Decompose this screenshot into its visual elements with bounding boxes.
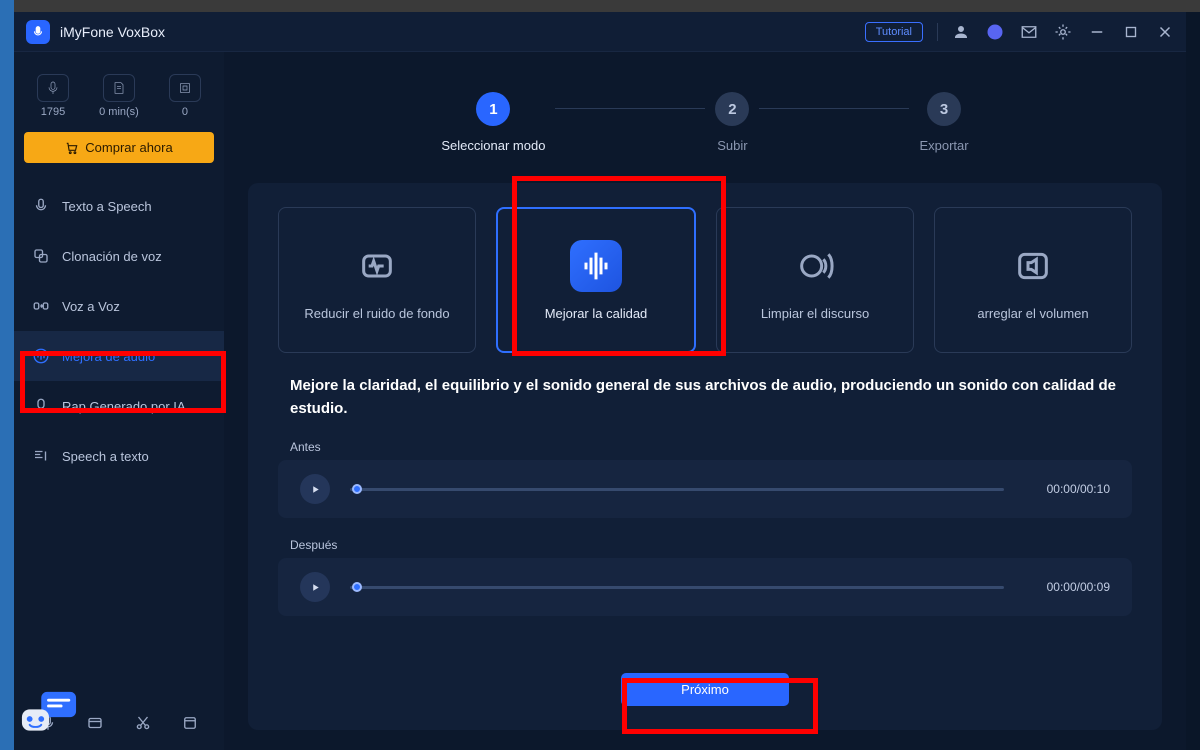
nav-speech-to-text[interactable]: Speech a texto (14, 431, 224, 481)
content-card: Reducir el ruido de fondo Mejorar la cal… (248, 183, 1162, 730)
mode-fix-volume[interactable]: arreglar el volumen (934, 207, 1132, 353)
nav-audio-enhance[interactable]: Mejora de audio (14, 331, 224, 381)
media-icon[interactable] (86, 714, 104, 732)
minimize-icon[interactable] (1088, 23, 1106, 41)
app-logo (26, 20, 50, 44)
discord-icon[interactable] (986, 23, 1004, 41)
stat-characters: 1795 (37, 74, 69, 118)
player-after: 00:00/00:09 (278, 558, 1132, 616)
step-1: 1 Seleccionar modo (441, 92, 545, 153)
stepper: 1 Seleccionar modo 2 Subir 3 Exportar (224, 52, 1186, 183)
next-button[interactable]: Próximo (621, 673, 789, 706)
main-panel: 1 Seleccionar modo 2 Subir 3 Exportar (224, 52, 1186, 750)
user-icon[interactable] (952, 23, 970, 41)
stat-exports: 0 (169, 74, 201, 118)
track-before[interactable] (350, 488, 1004, 491)
tutorial-button[interactable]: Tutorial (865, 22, 923, 42)
v2v-icon (32, 297, 50, 315)
player-before: 00:00/00:10 (278, 460, 1132, 518)
tts-icon (32, 197, 50, 215)
mode-improve-quality[interactable]: Mejorar la calidad (496, 207, 696, 353)
time-before: 00:00/00:10 (1024, 482, 1110, 496)
nav-voice-to-voice[interactable]: Voz a Voz (14, 281, 224, 331)
step-3: 3 Exportar (919, 92, 968, 153)
maximize-icon[interactable] (1122, 23, 1140, 41)
mode-description: Mejore la claridad, el equilibrio y el s… (290, 375, 1120, 420)
mail-icon[interactable] (1020, 23, 1038, 41)
folder-icon[interactable] (181, 714, 199, 732)
after-label: Después (290, 538, 1120, 552)
nav-voice-clone[interactable]: Clonación de voz (14, 231, 224, 281)
play-after-button[interactable] (300, 572, 330, 602)
cut-icon[interactable] (134, 714, 152, 732)
enhance-icon (32, 347, 50, 365)
mic-icon (37, 74, 69, 102)
time-after: 00:00/00:09 (1024, 580, 1110, 594)
buy-now-button[interactable]: Comprar ahora (24, 132, 214, 163)
quality-icon (570, 240, 622, 292)
stat-minutes: 0 min(s) (99, 74, 139, 118)
play-before-button[interactable] (300, 474, 330, 504)
before-label: Antes (290, 440, 1120, 454)
volume-icon (1007, 240, 1059, 292)
stt-icon (32, 447, 50, 465)
speech-icon (789, 240, 841, 292)
nav-text-to-speech[interactable]: Texto a Speech (14, 181, 224, 231)
settings-icon[interactable] (1054, 23, 1072, 41)
rap-icon (32, 397, 50, 415)
noise-icon (351, 240, 403, 292)
clone-icon (32, 247, 50, 265)
sidebar: 1795 0 min(s) 0 Comprar ahora Texto a (14, 52, 224, 750)
titlebar: iMyFone VoxBox Tutorial (14, 12, 1186, 52)
text-icon (103, 74, 135, 102)
chat-assistant-icon[interactable] (20, 690, 78, 740)
step-2: 2 Subir (715, 92, 749, 153)
export-icon (169, 74, 201, 102)
app-title: iMyFone VoxBox (60, 24, 165, 40)
close-icon[interactable] (1156, 23, 1174, 41)
nav-ai-rap[interactable]: Rap Generado por IA (14, 381, 224, 431)
mode-clean-speech[interactable]: Limpiar el discurso (716, 207, 914, 353)
track-after[interactable] (350, 586, 1004, 589)
mode-reduce-noise[interactable]: Reducir el ruido de fondo (278, 207, 476, 353)
